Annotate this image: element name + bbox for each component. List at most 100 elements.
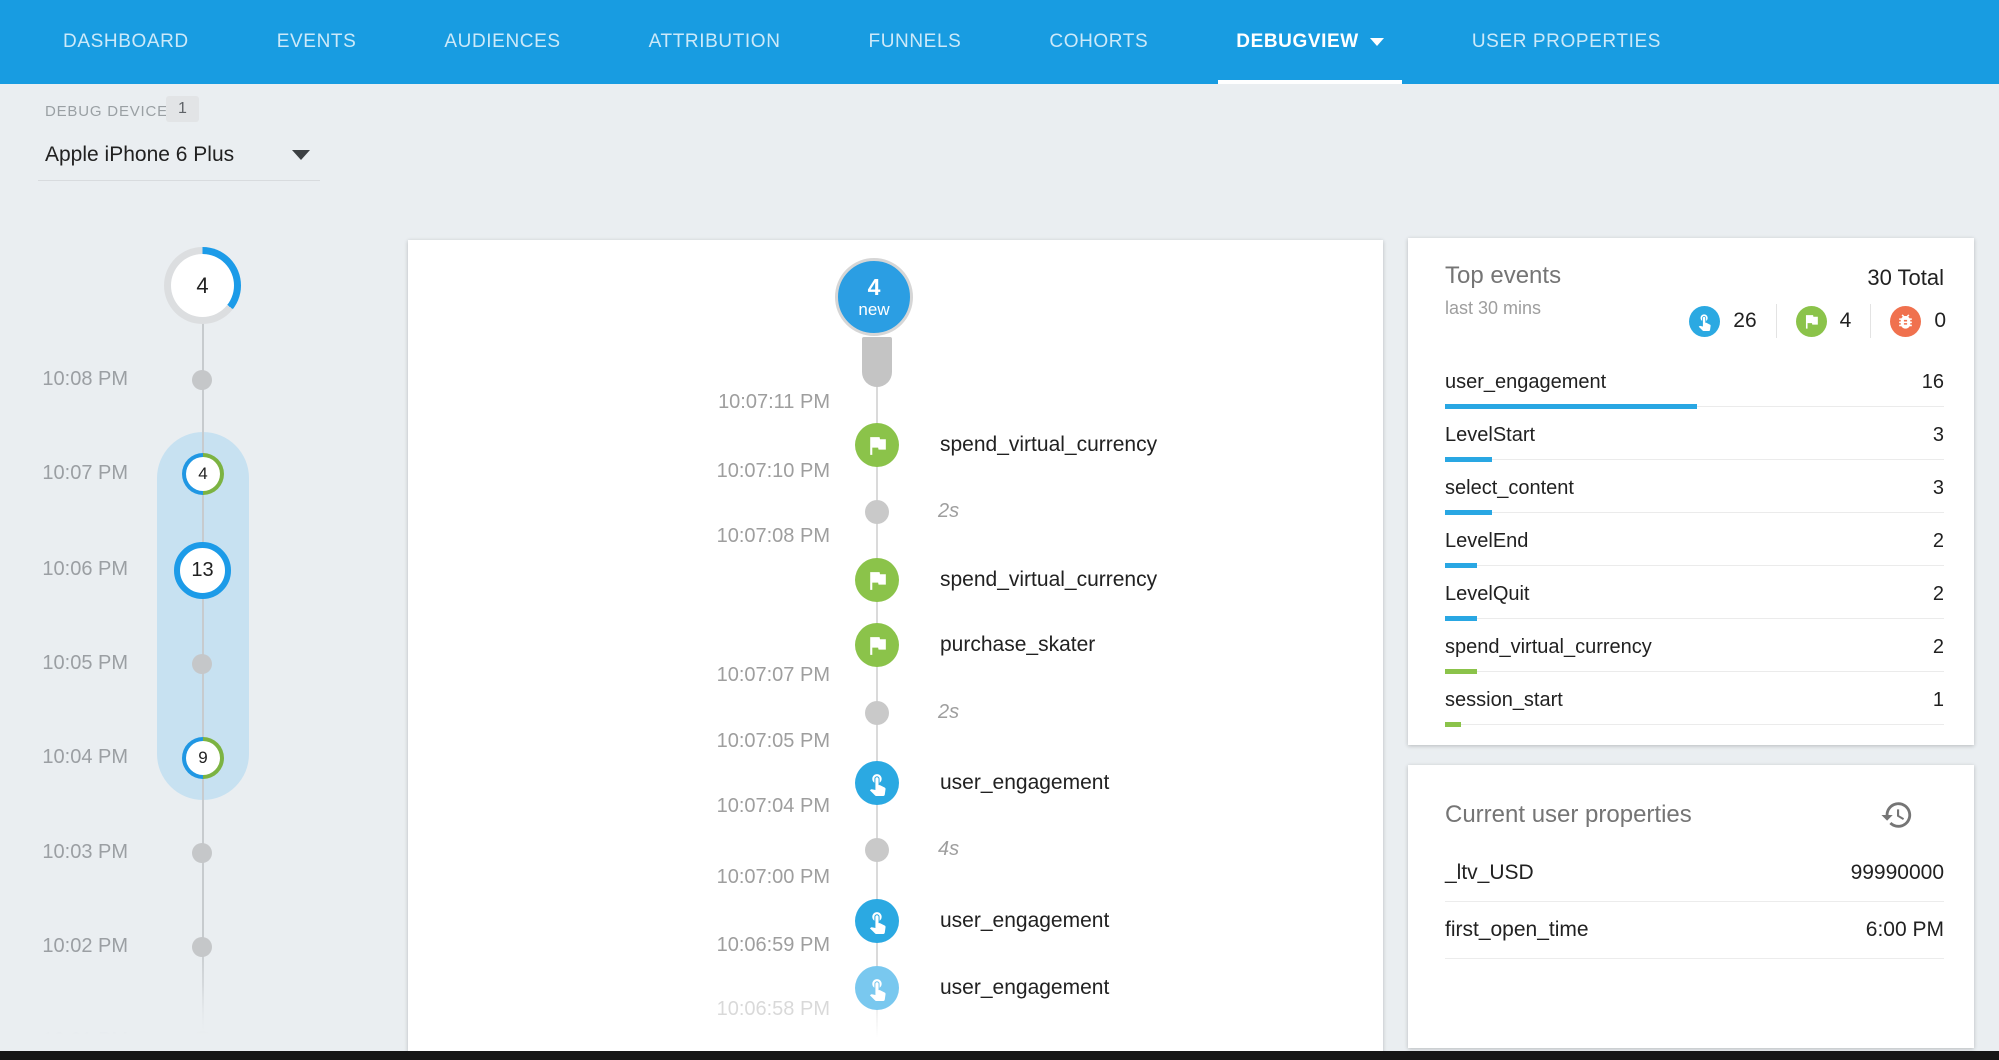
dropdown-caret-icon [292,150,310,160]
gap-dot [865,838,889,862]
new-events-count: 4 [868,274,881,300]
event-timestamp: 10:06:59 PM [648,934,830,957]
gap-dot [865,500,889,524]
divider [1870,304,1871,338]
event-count-bar [1445,616,1477,621]
minute-label: 10:08 PM [28,368,128,391]
minute-label: 10:03 PM [28,841,128,864]
new-events-label: new [858,300,889,320]
top-event-row[interactable]: LevelQuit 2 [1445,574,1944,627]
tab-events[interactable]: EVENTS [259,0,375,84]
tab-attribution[interactable]: ATTRIBUTION [631,0,799,84]
event-timestamp: 10:07:00 PM [648,866,830,889]
minute-marker-count[interactable]: 13 [174,542,231,599]
event-row[interactable]: spend_virtual_currency [940,433,1157,457]
divider [1445,618,1944,619]
minute-marker-dot[interactable] [192,1031,212,1051]
history-restore-icon[interactable] [1880,798,1914,832]
minute-marker-count[interactable]: 9 [182,737,224,779]
engagement-touch-icon [855,761,899,805]
event-row[interactable]: spend_virtual_currency [940,568,1157,592]
top-events-subtitle: last 30 mins [1445,298,1541,319]
top-event-row[interactable]: user_engagement 16 [1445,362,1944,415]
tab-debugview[interactable]: DEBUGVIEW [1218,0,1402,84]
minute-summary-count: 4 [171,254,234,317]
new-events-badge[interactable]: 4 new [835,258,913,336]
top-events-card: Top events last 30 mins 30 Total 26 4 0 … [1408,238,1974,745]
minute-marker-dot[interactable] [192,937,212,957]
top-event-row[interactable]: LevelStart 3 [1445,415,1944,468]
event-row[interactable]: user_engagement [940,771,1109,795]
conversion-flag-icon [855,423,899,467]
minute-marker-dot[interactable] [192,654,212,674]
minute-label: 10:01 PM [28,1029,128,1052]
minute-label: 10:04 PM [28,746,128,769]
tab-debugview-label: DEBUGVIEW [1236,31,1359,53]
event-count-bar [1445,457,1492,462]
user-properties-title: Current user properties [1445,801,1692,829]
tab-funnels[interactable]: FUNNELS [851,0,980,84]
event-row[interactable]: user_engagement [940,909,1109,933]
engagement-touch-icon [855,899,899,943]
user-property-row[interactable]: first_open_time 6:00 PM [1445,902,1944,959]
event-row[interactable]: purchase_skater [940,633,1095,657]
gap-duration: 2s [938,500,959,523]
event-count-bar [1445,404,1697,409]
new-events-connector [862,337,892,387]
engagement-touch-icon [1689,306,1720,337]
tab-dashboard[interactable]: DASHBOARD [45,0,207,84]
gap-duration: 2s [938,701,959,724]
user-property-row[interactable]: _ltv_USD 99990000 [1445,845,1944,902]
top-events-title: Top events [1445,262,1561,290]
top-event-row[interactable]: LevelEnd 2 [1445,521,1944,574]
tab-audiences[interactable]: AUDIENCES [426,0,578,84]
event-timestamp: 10:07:07 PM [648,664,830,687]
minute-marker-dot[interactable] [192,370,212,390]
device-select[interactable]: Apple iPhone 6 Plus [38,130,320,181]
divider [1445,512,1944,513]
chevron-down-icon [1370,38,1384,46]
top-event-row[interactable]: select_content 3 [1445,468,1944,521]
selected-device-name: Apple iPhone 6 Plus [45,143,234,167]
minute-label: 10:05 PM [28,652,128,675]
event-count-bar [1445,722,1461,727]
tab-cohorts[interactable]: COHORTS [1031,0,1166,84]
debug-device-label: DEBUG DEVICE [45,103,168,120]
tab-user-properties[interactable]: USER PROPERTIES [1454,0,1679,84]
top-events-list: user_engagement 16 LevelStart 3 select_c… [1445,362,1944,733]
minute-label: 10:06 PM [28,558,128,581]
event-row[interactable]: user_engagement [940,976,1109,1000]
event-type-counts: 26 4 0 [1689,304,1946,338]
conversion-count: 4 [1840,309,1852,333]
top-events-total: 30 Total [1867,265,1944,291]
error-bug-icon [1890,306,1921,337]
user-properties-card: Current user properties _ltv_USD 9999000… [1408,765,1974,1048]
event-count-bar [1445,510,1492,515]
event-count-bar [1445,563,1477,568]
debug-device-count-badge: 1 [166,96,199,122]
minute-label: 10:02 PM [28,935,128,958]
error-count: 0 [1934,309,1946,333]
window-bottom-edge [0,1051,1999,1060]
minute-marker-count[interactable]: 4 [182,453,224,495]
event-timestamp: 10:07:08 PM [648,525,830,548]
conversion-flag-icon [855,558,899,602]
event-timestamp: 10:07:04 PM [648,795,830,818]
user-properties-list: _ltv_USD 99990000 first_open_time 6:00 P… [1445,845,1944,959]
top-event-row[interactable]: spend_virtual_currency 2 [1445,627,1944,680]
event-timestamp: 10:07:10 PM [648,460,830,483]
gap-duration: 4s [938,838,959,861]
top-nav: DASHBOARD EVENTS AUDIENCES ATTRIBUTION F… [0,0,1999,84]
engagement-count: 26 [1733,309,1756,333]
divider [1445,565,1944,566]
event-stream-card: 4 new 10:07:11 PM 10:07:10 PM 10:07:08 P… [408,240,1383,1052]
top-event-row[interactable]: session_start 1 [1445,680,1944,733]
conversion-flag-icon [1796,306,1827,337]
conversion-flag-icon [855,623,899,667]
debugview-page: DASHBOARD EVENTS AUDIENCES ATTRIBUTION F… [0,0,1999,1060]
event-timestamp: 10:06:58 PM [648,998,830,1021]
engagement-touch-icon [855,966,899,1010]
minute-marker-dot[interactable] [192,843,212,863]
event-timestamp: 10:07:11 PM [648,391,830,414]
minute-summary-circle[interactable]: 4 [164,247,241,324]
